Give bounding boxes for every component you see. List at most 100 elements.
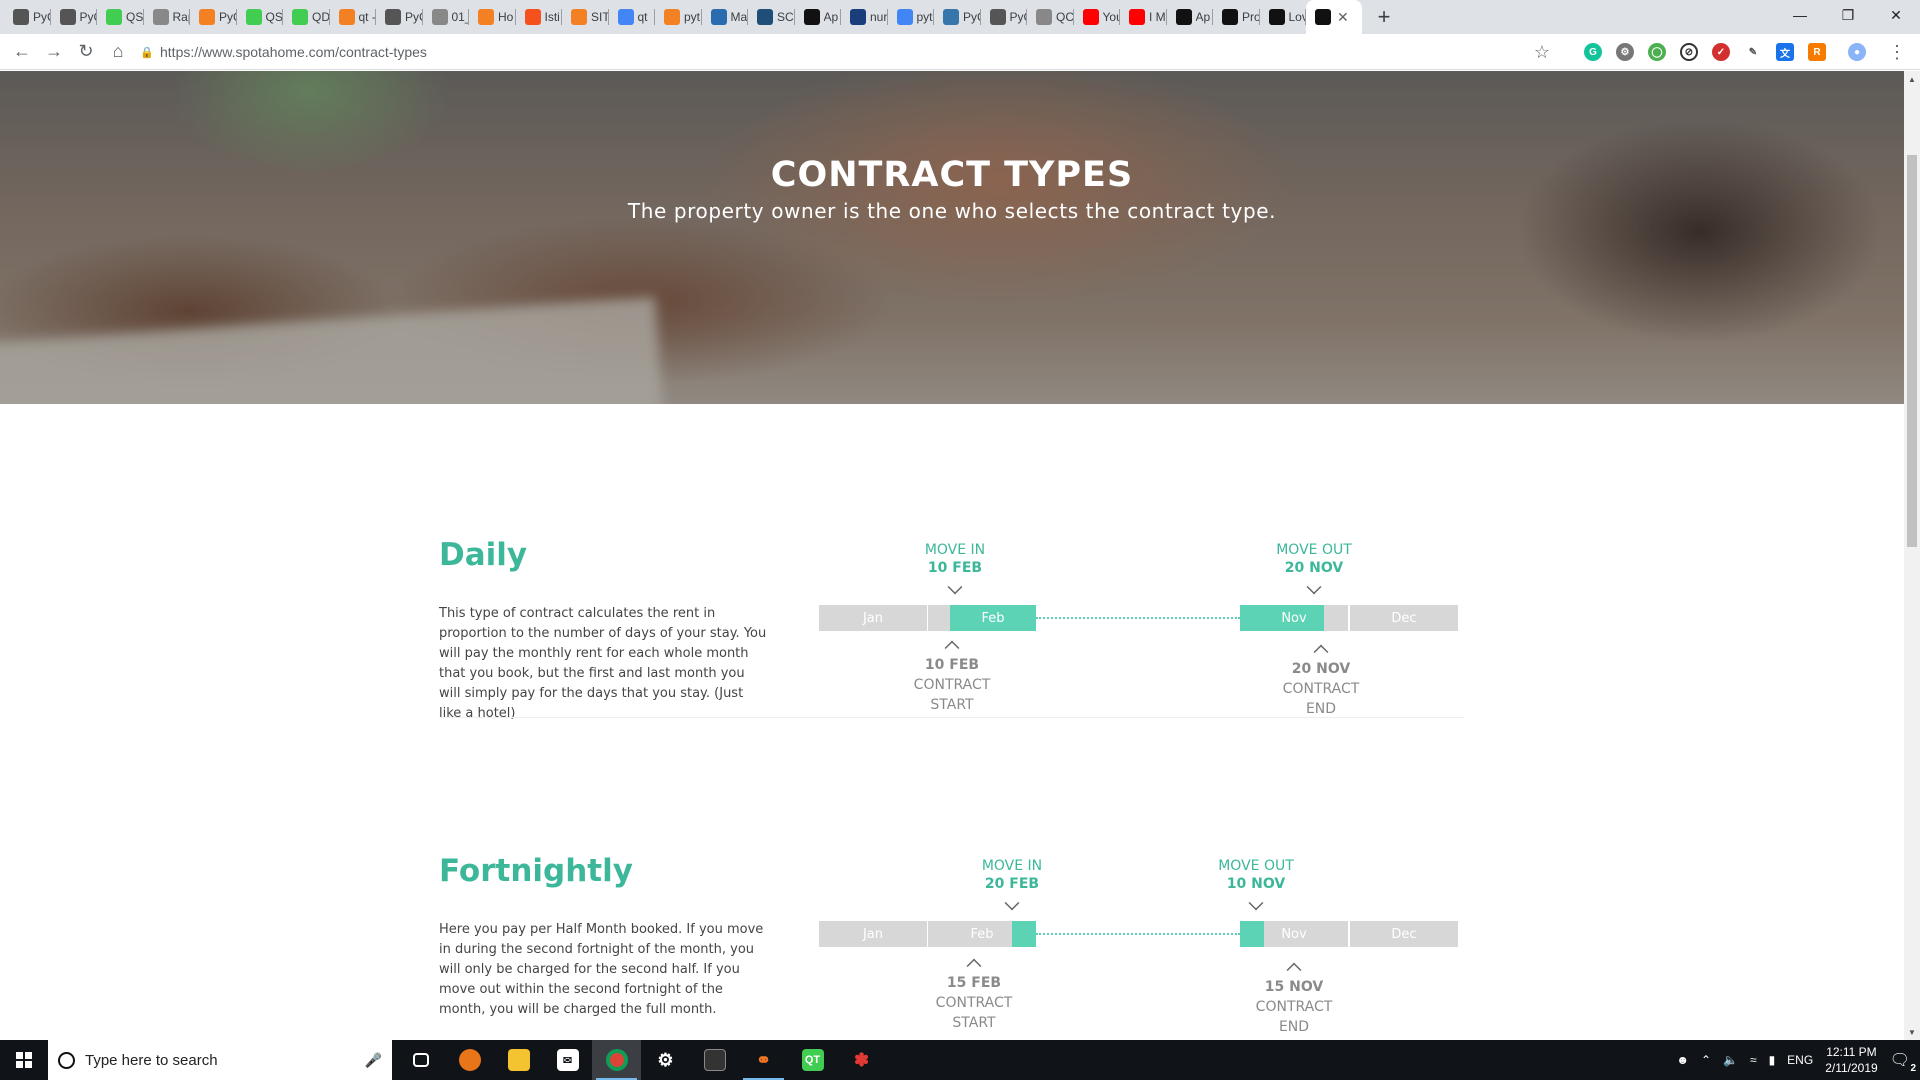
- people-icon[interactable]: ☻: [1676, 1053, 1689, 1067]
- settings-icon[interactable]: ⚙: [641, 1040, 690, 1080]
- browser-tab[interactable]: SIT: [562, 0, 609, 34]
- browser-tab[interactable]: PyC: [51, 0, 97, 34]
- move-in-date: 10 FEB: [927, 560, 983, 576]
- browser-tab[interactable]: PyC: [4, 0, 51, 34]
- home-icon[interactable]: ⌂: [102, 36, 134, 68]
- chevron-up-icon: [944, 640, 960, 656]
- browser-tab[interactable]: qt -: [330, 0, 377, 34]
- volume-icon[interactable]: 🔈: [1723, 1053, 1738, 1067]
- microphone-icon[interactable]: 🎤: [365, 1052, 382, 1069]
- taskbar-search-input[interactable]: Type here to search: [85, 1052, 355, 1069]
- timeline: Jan Feb Feb Nov Nov Dec: [819, 605, 1459, 631]
- scroll-down-icon[interactable]: ▼: [1904, 1024, 1920, 1040]
- notification-count: 2: [1910, 1063, 1916, 1074]
- browser-tab[interactable]: PyC: [376, 0, 423, 34]
- basketball-app-icon[interactable]: [445, 1040, 494, 1080]
- browser-tab-active[interactable]: ✕: [1306, 0, 1362, 34]
- network-app-icon[interactable]: ✽: [837, 1040, 886, 1080]
- browser-tab[interactable]: PyC: [934, 0, 981, 34]
- chevron-down-icon: [1004, 895, 1020, 911]
- clock[interactable]: 12:11 PM 2/11/2019: [1825, 1044, 1878, 1076]
- browser-tab[interactable]: pyt: [655, 0, 702, 34]
- browser-menu-icon[interactable]: ⋮: [1888, 42, 1906, 63]
- browser-tab[interactable]: Pro: [1213, 0, 1260, 34]
- browser-tab[interactable]: Ap: [1167, 0, 1214, 34]
- rss-icon[interactable]: R: [1808, 43, 1826, 61]
- month-dec: Dec: [1350, 605, 1458, 631]
- move-out-label: MOVE OUT: [1276, 542, 1352, 558]
- browser-tab[interactable]: Ma: [702, 0, 749, 34]
- browser-tab[interactable]: QD: [283, 0, 330, 34]
- move-in-marker: MOVE IN 10 FEB: [875, 541, 1035, 595]
- new-tab-button[interactable]: +: [1370, 0, 1398, 34]
- notifications-icon[interactable]: 🗨 2: [1890, 1050, 1916, 1074]
- timeline-dotted-line: [1036, 617, 1240, 619]
- scrollbar-thumb[interactable]: [1907, 155, 1917, 547]
- bookmark-star-icon[interactable]: ☆: [1534, 42, 1550, 63]
- show-hidden-icons-icon[interactable]: ⌃: [1701, 1053, 1711, 1067]
- translate-icon[interactable]: 文: [1776, 43, 1794, 61]
- contract-start-marker: 15 FEB CONTRACT START: [894, 957, 1054, 1033]
- adblock-icon[interactable]: ✓: [1712, 43, 1730, 61]
- browser-tab[interactable]: QS: [237, 0, 284, 34]
- qt-creator-icon[interactable]: QT: [788, 1040, 837, 1080]
- month-jan: Jan: [819, 921, 927, 947]
- taskbar-apps: ✉ ⚙ ⚭ QT ✽: [396, 1040, 886, 1080]
- task-view-icon[interactable]: [396, 1040, 445, 1080]
- browser-tab[interactable]: pyt: [888, 0, 935, 34]
- language-indicator[interactable]: ENG: [1787, 1053, 1813, 1067]
- wifi-icon[interactable]: ≈: [1750, 1053, 1757, 1067]
- extension-icon[interactable]: ⚙: [1616, 43, 1634, 61]
- contract-start-date: 10 FEB: [924, 657, 980, 673]
- browser-tab[interactable]: PyC: [981, 0, 1027, 34]
- back-icon[interactable]: ←: [6, 36, 38, 68]
- browser-tab[interactable]: You: [1074, 0, 1120, 34]
- grammarly-icon[interactable]: G: [1584, 43, 1602, 61]
- chevron-down-icon: [1306, 579, 1322, 595]
- reload-icon[interactable]: ↻: [70, 36, 102, 68]
- block-icon[interactable]: ⊘: [1680, 43, 1698, 61]
- hero-banner: CONTRACT TYPES The property owner is the…: [0, 71, 1904, 404]
- url-text[interactable]: https://www.spotahome.com/contract-types: [160, 44, 427, 60]
- browser-tab[interactable]: Isti: [516, 0, 563, 34]
- address-bar[interactable]: 🔒 https://www.spotahome.com/contract-typ…: [140, 37, 1550, 67]
- browser-tab[interactable]: Ho: [469, 0, 516, 34]
- jupyter-icon[interactable]: ⚭: [739, 1040, 788, 1080]
- profile-avatar[interactable]: ●: [1848, 43, 1866, 61]
- chevron-down-icon: [947, 579, 963, 595]
- page-viewport: CONTRACT TYPES The property owner is the…: [0, 71, 1904, 1040]
- tab-title: nur: [870, 10, 888, 24]
- browser-tab[interactable]: nur: [841, 0, 888, 34]
- browser-tab[interactable]: SCI: [748, 0, 795, 34]
- timeline-fill-end: [1240, 921, 1264, 947]
- restore-icon[interactable]: ❐: [1824, 0, 1872, 30]
- forward-icon[interactable]: →: [38, 36, 70, 68]
- browser-tab[interactable]: Ap: [795, 0, 842, 34]
- browser-tab[interactable]: 01_: [423, 0, 469, 34]
- tab-title: Lov: [1288, 10, 1307, 24]
- browser-tab[interactable]: PyC: [190, 0, 237, 34]
- close-window-icon[interactable]: ✕: [1872, 0, 1920, 30]
- browser-tab[interactable]: Lov: [1260, 0, 1307, 34]
- eyedropper-icon[interactable]: ✎: [1744, 43, 1762, 61]
- battery-icon[interactable]: ▮: [1769, 1053, 1776, 1067]
- browser-tab[interactable]: qt: [609, 0, 656, 34]
- start-button[interactable]: [0, 1040, 48, 1080]
- timeline-dotted-line: [1036, 933, 1240, 935]
- chrome-icon[interactable]: [592, 1040, 641, 1080]
- browser-tab[interactable]: QC: [1027, 0, 1074, 34]
- scroll-up-icon[interactable]: ▲: [1904, 71, 1920, 87]
- close-tab-icon[interactable]: ✕: [1337, 9, 1349, 26]
- contract-start-label: CONTRACT: [913, 677, 991, 693]
- page-scrollbar[interactable]: ▲ ▼: [1904, 71, 1920, 1040]
- taskbar-search[interactable]: Type here to search 🎤: [48, 1040, 392, 1080]
- browser-tab[interactable]: I M: [1120, 0, 1167, 34]
- minimize-icon[interactable]: —: [1776, 0, 1824, 30]
- terminal-icon[interactable]: [690, 1040, 739, 1080]
- tab-title: PyC: [963, 10, 981, 24]
- browser-tab[interactable]: Rap: [144, 0, 190, 34]
- chrome-extension-icon[interactable]: ◯: [1648, 43, 1666, 61]
- browser-tab[interactable]: QS: [97, 0, 144, 34]
- file-explorer-icon[interactable]: [494, 1040, 543, 1080]
- mail-icon[interactable]: ✉: [543, 1040, 592, 1080]
